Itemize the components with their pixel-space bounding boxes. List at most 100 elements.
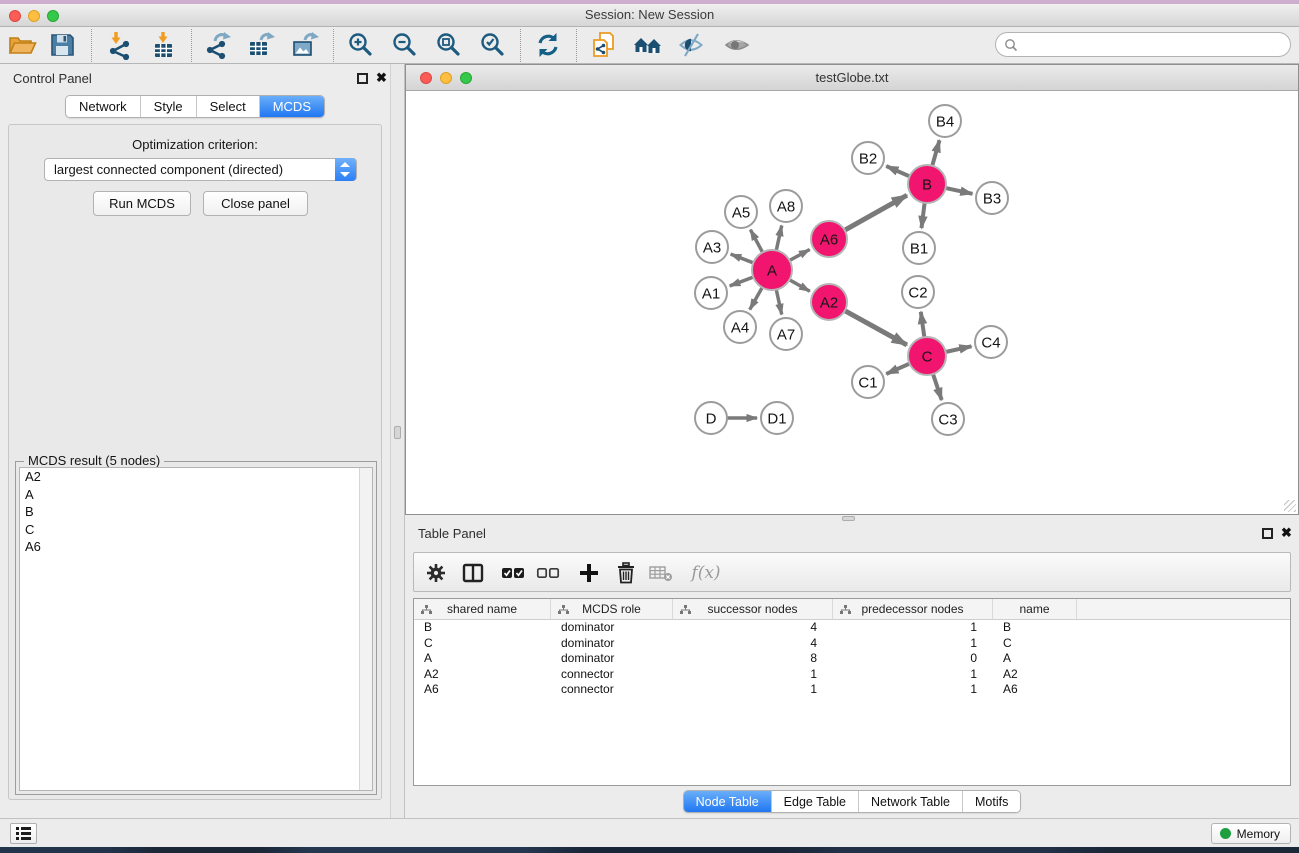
splitter-handle[interactable] [394,426,401,439]
table-cell[interactable]: C [414,636,551,652]
splitter-handle[interactable] [842,516,855,521]
minimize-network-button[interactable] [440,72,452,84]
table-cell[interactable]: connector [551,667,673,683]
network-window-titlebar[interactable]: testGlobe.txt [406,65,1298,91]
table-row[interactable]: Cdominator41C [414,636,1290,652]
horizontal-splitter[interactable] [405,515,1299,522]
column-header-successor-nodes[interactable]: successor nodes [673,599,833,619]
export-network-icon[interactable] [203,30,233,60]
edge-A-A8[interactable] [776,226,782,253]
settings-gear-icon[interactable] [424,561,448,585]
table-cell[interactable]: 4 [673,620,833,636]
close-network-button[interactable] [420,72,432,84]
close-panel-icon[interactable]: ✖ [376,72,387,84]
table-cell[interactable]: connector [551,682,673,698]
table-cell[interactable]: 1 [833,682,993,698]
table-cell[interactable]: 1 [673,682,833,698]
table-cell[interactable]: A2 [993,667,1077,683]
zoom-out-icon[interactable] [390,30,420,60]
table-cell[interactable]: 1 [833,620,993,636]
hide-details-icon[interactable] [677,30,707,60]
edge-B-B2[interactable] [886,166,911,177]
table-cell[interactable]: C [993,636,1077,652]
search-field[interactable] [995,32,1291,57]
table-cell[interactable]: A [993,651,1077,667]
edge-C-C2[interactable] [921,312,925,339]
table-cell[interactable]: dominator [551,651,673,667]
import-table-icon[interactable] [148,30,178,60]
table-cell[interactable]: B [414,620,551,636]
delete-column-trash-icon[interactable] [614,561,638,585]
close-window-button[interactable] [9,10,21,22]
task-history-button[interactable] [10,823,37,844]
table-cell[interactable]: 8 [673,651,833,667]
table-row[interactable]: A6connector11A6 [414,682,1290,698]
duplicate-network-icon[interactable] [589,30,619,60]
split-view-icon[interactable] [461,561,485,585]
mcds-result-list[interactable]: A2ABCA6 [19,467,373,791]
table-cell[interactable]: A6 [414,682,551,698]
table-cell[interactable]: 1 [673,667,833,683]
memory-button[interactable]: Memory [1211,823,1291,844]
run-mcds-button[interactable]: Run MCDS [93,191,191,216]
delete-table-icon[interactable] [649,561,673,585]
zoom-in-icon[interactable] [346,30,376,60]
window-resize-grip[interactable] [1284,500,1296,512]
export-table-icon[interactable] [246,30,276,60]
table-cell[interactable]: A2 [414,667,551,683]
mcds-result-item[interactable]: B [20,503,372,521]
network-canvas[interactable]: B4B2BB3A5A8A6B1A3AA1C2A2A4A7C4CC1C3DD1 [406,91,1298,514]
table-row[interactable]: Bdominator41B [414,620,1290,636]
edge-C-C3[interactable] [932,372,941,400]
toggle-panels-icon[interactable] [722,30,752,60]
table-cell[interactable]: 0 [833,651,993,667]
zoom-selected-icon[interactable] [478,30,508,60]
node-table[interactable]: shared nameMCDS rolesuccessor nodesprede… [413,598,1291,786]
export-image-icon[interactable] [290,30,320,60]
zoom-fit-icon[interactable] [434,30,464,60]
edge-B-B1[interactable] [921,201,924,228]
edge-A-A1[interactable] [730,276,755,286]
edge-A-A5[interactable] [750,230,763,254]
edge-A-A4[interactable] [750,286,763,310]
import-network-icon[interactable] [105,30,135,60]
edge-A2-C[interactable] [843,310,907,345]
table-cell[interactable]: 4 [673,636,833,652]
column-header-MCDS-role[interactable]: MCDS role [551,599,673,619]
tab-motifs[interactable]: Motifs [962,791,1020,812]
mcds-result-item[interactable]: A6 [20,538,372,556]
column-header-name[interactable]: name [993,599,1077,619]
criterion-select[interactable]: largest connected component (directed) [44,158,357,181]
tab-edge-table[interactable]: Edge Table [771,791,858,812]
table-cell[interactable]: dominator [551,620,673,636]
float-panel-icon[interactable] [1262,528,1273,539]
table-row[interactable]: Adominator80A [414,651,1290,667]
tab-select[interactable]: Select [196,96,259,117]
table-cell[interactable]: 1 [833,636,993,652]
column-header-shared-name[interactable]: shared name [414,599,551,619]
edge-A-A3[interactable] [731,254,756,263]
mcds-result-item[interactable]: A2 [20,468,372,486]
table-row[interactable]: A2connector11A2 [414,667,1290,683]
edge-A-A7[interactable] [776,288,782,315]
tab-node-table[interactable]: Node Table [684,791,771,812]
table-cell[interactable]: B [993,620,1077,636]
add-column-icon[interactable] [577,561,601,585]
open-file-icon[interactable] [7,30,37,60]
table-cell[interactable]: dominator [551,636,673,652]
edge-C-C1[interactable] [886,363,911,374]
tab-network[interactable]: Network [66,96,140,117]
home-icon[interactable] [633,30,663,60]
deselect-all-checkboxes-icon[interactable] [536,561,560,585]
table-cell[interactable]: A [414,651,551,667]
edge-B-B3[interactable] [944,188,973,194]
result-scrollbar[interactable] [359,468,372,790]
table-cell[interactable]: A6 [993,682,1077,698]
tab-mcds[interactable]: MCDS [259,96,324,117]
minimize-window-button[interactable] [28,10,40,22]
close-panel-button[interactable]: Close panel [203,191,308,216]
edge-A-A2[interactable] [788,279,810,291]
save-session-icon[interactable] [47,30,77,60]
close-panel-icon[interactable]: ✖ [1281,527,1292,539]
function-builder-icon[interactable]: f(x) [686,561,726,585]
